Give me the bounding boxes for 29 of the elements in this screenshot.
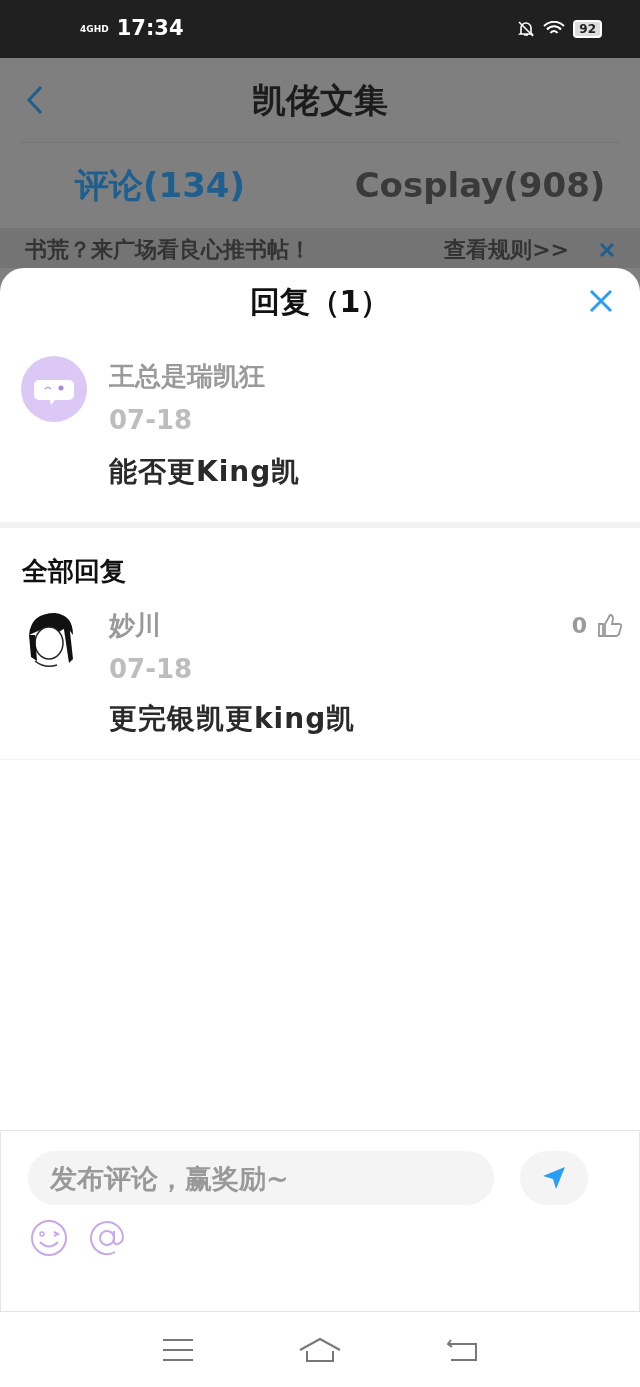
send-icon [541,1165,567,1191]
rules-link[interactable]: 查看规则>> [444,236,569,264]
reply-author: 妙川 [109,609,161,642]
menu-icon[interactable] [163,1337,193,1362]
close-icon[interactable] [589,289,613,313]
section-heading: 全部回复 [21,555,127,588]
comment-text: 能否更King凯 [109,454,301,490]
reply-date: 07-18 [109,653,194,686]
tab[interactable]: 评论(134) [0,160,320,211]
close-icon[interactable] [599,242,615,258]
sheet-title: 回复（1） [249,282,391,321]
page-title: 凯佬文集 [252,78,388,122]
home-icon[interactable] [299,1336,341,1363]
network-indicator: 4GHD [80,24,109,34]
reply-text: 更完银凯更king凯 [109,701,357,737]
back-icon[interactable] [447,1337,477,1362]
tab[interactable]: Cosplay(908) [320,160,640,211]
avatar-icon [21,356,87,422]
thumbs-up-icon[interactable] [597,612,623,638]
like-count: 0 [571,611,587,640]
battery-indicator: 92 [573,20,602,38]
mention-icon[interactable] [88,1219,126,1257]
emoji-icon[interactable] [30,1219,68,1257]
banner-text: 书荒？来广场看良心推书帖！ [25,236,311,264]
muted-bell-icon [517,20,536,38]
comment-date: 07-18 [109,404,194,437]
comment-input[interactable]: 发布评论，赢奖励~ [28,1151,494,1205]
comment-author: 王总是瑞凯狂 [109,360,266,393]
status-time: 17:34 [116,15,184,43]
